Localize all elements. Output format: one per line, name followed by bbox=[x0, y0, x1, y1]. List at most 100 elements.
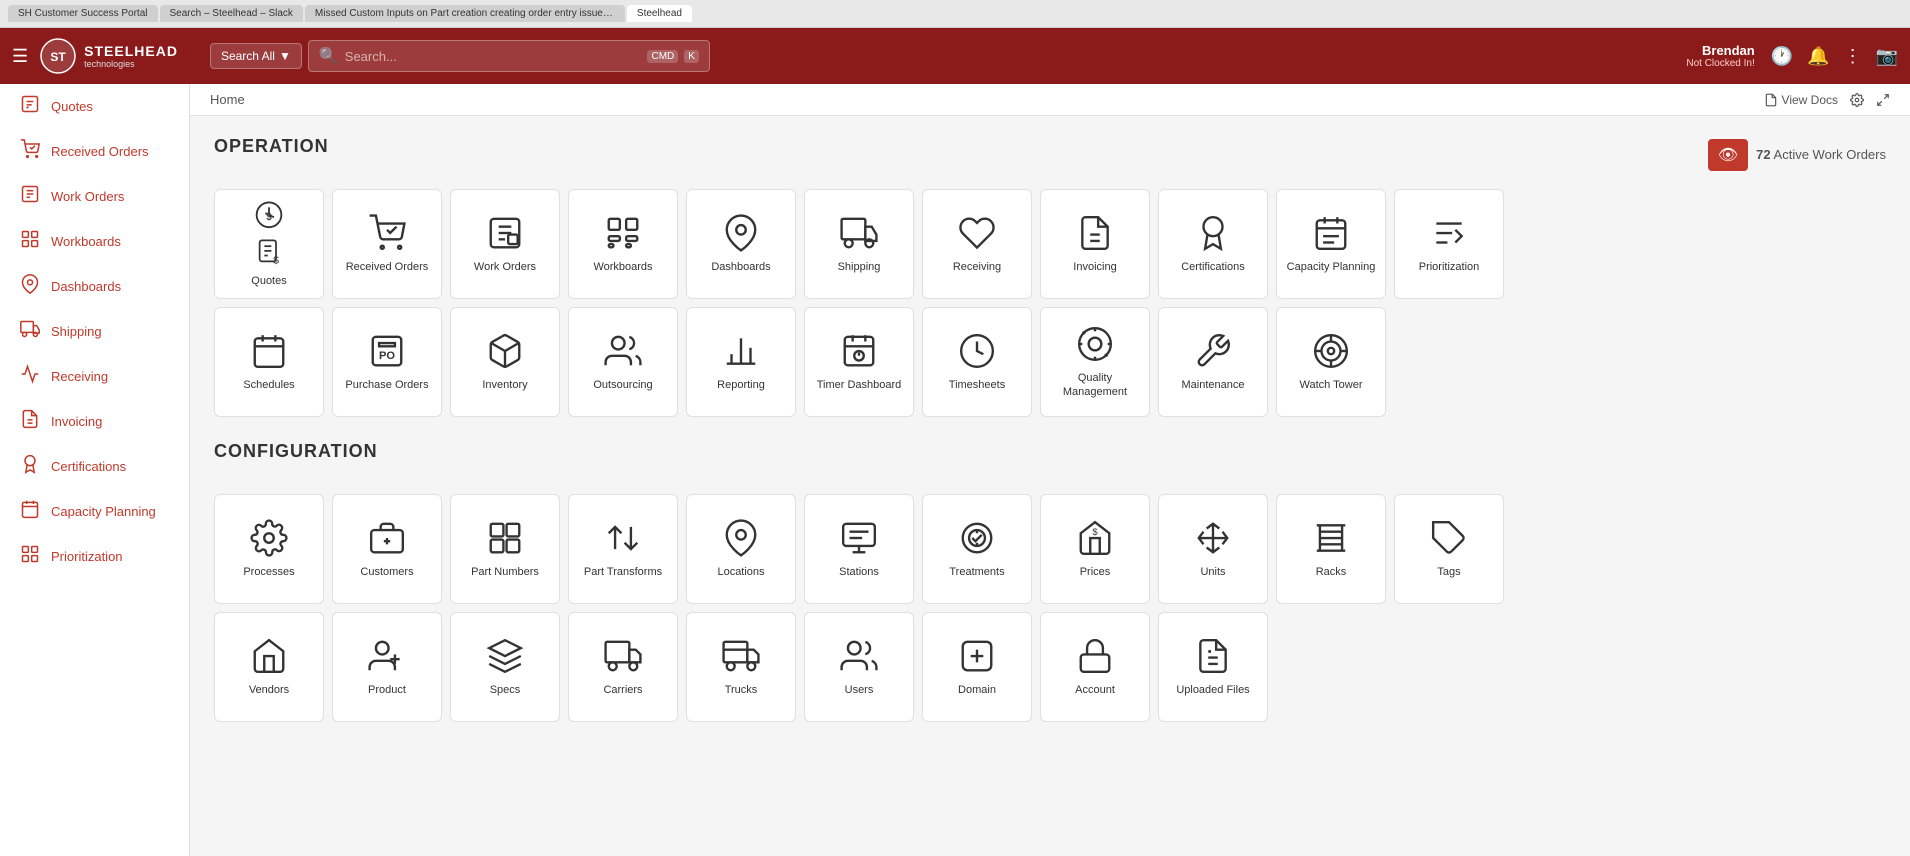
module-certifications[interactable]: Certifications bbox=[1158, 189, 1268, 299]
app-layout: Quotes Received Orders Work bbox=[0, 84, 1910, 856]
module-outsourcing-label: Outsourcing bbox=[593, 378, 652, 392]
sidebar-item-prioritization[interactable]: Prioritization bbox=[0, 534, 189, 579]
module-trucks[interactable]: Trucks bbox=[686, 612, 796, 722]
module-prioritization[interactable]: Prioritization bbox=[1394, 189, 1504, 299]
module-processes[interactable]: Processes bbox=[214, 494, 324, 604]
receiving-icon bbox=[19, 364, 41, 389]
module-users[interactable]: Users bbox=[804, 612, 914, 722]
module-outsourcing[interactable]: Outsourcing bbox=[568, 307, 678, 417]
module-quotes[interactable]: $ $ Quotes bbox=[214, 189, 324, 299]
module-shipping[interactable]: Shipping bbox=[804, 189, 914, 299]
sidebar-item-invoicing[interactable]: Invoicing bbox=[0, 399, 189, 444]
module-timer-dashboard[interactable]: Timer Dashboard bbox=[804, 307, 914, 417]
module-carriers[interactable]: Carriers bbox=[568, 612, 678, 722]
expand-button[interactable] bbox=[1876, 93, 1890, 107]
module-specs[interactable]: Specs bbox=[450, 612, 560, 722]
module-reporting[interactable]: Reporting bbox=[686, 307, 796, 417]
module-part-transforms[interactable]: Part Transforms bbox=[568, 494, 678, 604]
module-timesheets-label: Timesheets bbox=[949, 378, 1005, 392]
sidebar-item-certifications[interactable]: Certifications bbox=[0, 444, 189, 489]
module-uploaded-files[interactable]: Uploaded Files bbox=[1158, 612, 1268, 722]
prices-module-icon: $ bbox=[1076, 519, 1114, 557]
active-orders-badge: 👁 72 Active Work Orders bbox=[1708, 139, 1886, 171]
search-kbd-cmd: CMD bbox=[647, 50, 678, 63]
doc-icon bbox=[1764, 93, 1778, 107]
module-domain[interactable]: Domain bbox=[922, 612, 1032, 722]
grid-icon[interactable]: ⋮ bbox=[1844, 46, 1862, 67]
module-tags[interactable]: Tags bbox=[1394, 494, 1504, 604]
camera-icon[interactable]: 📷 bbox=[1876, 46, 1898, 67]
browser-tab-2[interactable]: Search – Steelhead – Slack bbox=[160, 5, 303, 22]
module-quality-management[interactable]: Quality Management bbox=[1040, 307, 1150, 417]
work-orders-module-icon bbox=[486, 214, 524, 252]
app-header: ☰ ST STEELHEAD technologies Search All ▼… bbox=[0, 28, 1910, 84]
browser-tab-4[interactable]: Steelhead bbox=[627, 5, 692, 22]
module-treatments[interactable]: Treatments bbox=[922, 494, 1032, 604]
invoicing-module-icon bbox=[1076, 214, 1114, 252]
active-orders-label: Active Work Orders bbox=[1774, 147, 1886, 162]
module-customers[interactable]: Customers bbox=[332, 494, 442, 604]
sidebar-item-quotes[interactable]: Quotes bbox=[0, 84, 189, 129]
module-product[interactable]: Product bbox=[332, 612, 442, 722]
browser-tab-3[interactable]: Missed Custom Inputs on Part creation cr… bbox=[305, 5, 625, 22]
module-maintenance[interactable]: Maintenance bbox=[1158, 307, 1268, 417]
carriers-module-icon bbox=[604, 637, 642, 675]
configuration-module-grid-row2: Vendors Product bbox=[214, 612, 1886, 722]
module-received-orders[interactable]: Received Orders bbox=[332, 189, 442, 299]
sidebar-item-workboards[interactable]: Workboards bbox=[0, 219, 189, 264]
svg-text:ST: ST bbox=[50, 50, 66, 64]
module-reporting-label: Reporting bbox=[717, 378, 765, 392]
certifications-icon bbox=[19, 454, 41, 479]
browser-tab-1[interactable]: SH Customer Success Portal bbox=[8, 5, 158, 22]
search-input[interactable] bbox=[345, 49, 642, 64]
hamburger-menu-icon[interactable]: ☰ bbox=[12, 46, 28, 67]
sidebar-capacity-planning-label: Capacity Planning bbox=[51, 504, 156, 519]
module-schedules[interactable]: Schedules bbox=[214, 307, 324, 417]
sidebar-item-dashboards[interactable]: Dashboards bbox=[0, 264, 189, 309]
view-docs-button[interactable]: View Docs bbox=[1764, 93, 1838, 107]
module-units[interactable]: Units bbox=[1158, 494, 1268, 604]
module-purchase-orders[interactable]: PO Purchase Orders bbox=[332, 307, 442, 417]
module-inventory[interactable]: Inventory bbox=[450, 307, 560, 417]
module-work-orders[interactable]: Work Orders bbox=[450, 189, 560, 299]
received-orders-icon bbox=[19, 139, 41, 164]
module-stations[interactable]: Stations bbox=[804, 494, 914, 604]
module-watch-tower-label: Watch Tower bbox=[1300, 378, 1363, 392]
purchase-orders-module-icon: PO bbox=[368, 332, 406, 370]
sidebar-receiving-label: Receiving bbox=[51, 369, 108, 384]
bell-icon[interactable]: 🔔 bbox=[1807, 46, 1829, 67]
module-quotes-label: Quotes bbox=[251, 274, 286, 288]
settings-button[interactable] bbox=[1850, 93, 1864, 107]
module-dashboards[interactable]: Dashboards bbox=[686, 189, 796, 299]
module-part-numbers-label: Part Numbers bbox=[471, 565, 539, 579]
sidebar-item-shipping[interactable]: Shipping bbox=[0, 309, 189, 354]
module-receiving[interactable]: Receiving bbox=[922, 189, 1032, 299]
module-tags-label: Tags bbox=[1437, 565, 1460, 579]
module-locations[interactable]: Locations bbox=[686, 494, 796, 604]
module-locations-label: Locations bbox=[717, 565, 764, 579]
module-processes-label: Processes bbox=[243, 565, 294, 579]
clock-icon[interactable]: 🕐 bbox=[1771, 46, 1793, 67]
module-watch-tower[interactable]: Watch Tower bbox=[1276, 307, 1386, 417]
module-account[interactable]: Account bbox=[1040, 612, 1150, 722]
module-prices[interactable]: $ Prices bbox=[1040, 494, 1150, 604]
module-racks[interactable]: Racks bbox=[1276, 494, 1386, 604]
module-invoicing[interactable]: Invoicing bbox=[1040, 189, 1150, 299]
prioritization-icon bbox=[19, 544, 41, 569]
sidebar-item-receiving[interactable]: Receiving bbox=[0, 354, 189, 399]
module-receiving-label: Receiving bbox=[953, 260, 1001, 274]
module-vendors[interactable]: Vendors bbox=[214, 612, 324, 722]
active-orders-eye-button[interactable]: 👁 bbox=[1708, 139, 1748, 171]
sidebar-item-received-orders[interactable]: Received Orders bbox=[0, 129, 189, 174]
active-orders-text: 72 Active Work Orders bbox=[1756, 147, 1886, 162]
sidebar-item-work-orders[interactable]: Work Orders bbox=[0, 174, 189, 219]
search-all-button[interactable]: Search All ▼ bbox=[210, 43, 302, 69]
sidebar-item-capacity-planning[interactable]: Capacity Planning bbox=[0, 489, 189, 534]
module-workboards[interactable]: Workboards bbox=[568, 189, 678, 299]
module-capacity-planning[interactable]: Capacity Planning bbox=[1276, 189, 1386, 299]
work-orders-icon bbox=[19, 184, 41, 209]
users-module-icon bbox=[840, 637, 878, 675]
sidebar-certifications-label: Certifications bbox=[51, 459, 126, 474]
module-part-numbers[interactable]: Part Numbers bbox=[450, 494, 560, 604]
module-timesheets[interactable]: Timesheets bbox=[922, 307, 1032, 417]
